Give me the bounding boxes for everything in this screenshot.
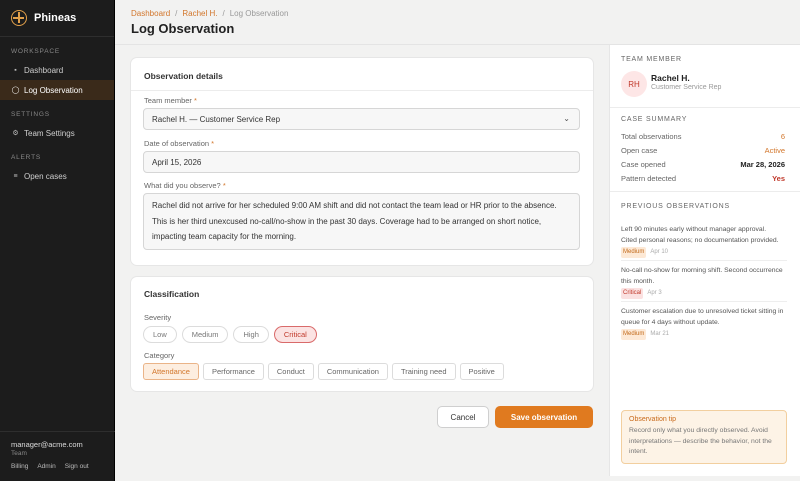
- observation-details-card: Observation details Team member * Rachel…: [131, 58, 593, 265]
- sidebar-item-dashboard[interactable]: ▪ Dashboard: [0, 60, 114, 80]
- breadcrumb-dashboard[interactable]: Dashboard: [131, 9, 170, 18]
- breadcrumb-separator: /: [175, 9, 178, 18]
- category-label: Category: [144, 351, 175, 360]
- summary-case-opened: Case opened Mar 28, 2026: [621, 160, 785, 169]
- case-summary-heading: CASE SUMMARY: [621, 116, 688, 123]
- member-label: Team member *: [144, 96, 197, 105]
- observation-date: Mar 21: [650, 331, 670, 337]
- observation-date: Apr 3: [647, 290, 662, 296]
- sidebar: Phineas WORKSPACE ▪ Dashboard ◯ Log Obse…: [0, 0, 115, 481]
- page-title: Log Observation: [131, 21, 235, 36]
- observation-tip: Observation tip Record only what you dir…: [621, 410, 787, 464]
- gear-icon: ⚙: [12, 130, 19, 137]
- divider: [131, 90, 593, 91]
- date-value: April 15, 2026: [152, 157, 202, 167]
- team-member-select[interactable]: Rachel H. — Customer Service Rep ⌄: [143, 108, 580, 130]
- chevron-down-icon: ⌄: [563, 114, 570, 123]
- team-member-value: Rachel H. — Customer Service Rep: [152, 114, 281, 124]
- save-observation-button[interactable]: Save observation: [495, 406, 593, 428]
- breadcrumb-member[interactable]: Rachel H.: [182, 9, 217, 18]
- member-role: Customer Service Rep: [651, 84, 722, 91]
- severity-badge: Critical: [621, 288, 644, 299]
- category-conduct[interactable]: Conduct: [267, 363, 314, 380]
- billing-link[interactable]: Billing: [11, 463, 28, 470]
- category-group: Attendance Performance Conduct Communica…: [143, 363, 504, 380]
- sidebar-item-label: Dashboard: [24, 65, 64, 75]
- previous-observation[interactable]: Left 90 minutes early without manager ap…: [621, 225, 787, 258]
- observation-line: This is her third unexcused no-call/no-s…: [152, 216, 542, 226]
- observation-line: impacting team capacity for the morning.: [152, 232, 297, 241]
- list-icon: ≡: [13, 172, 18, 180]
- category-communication[interactable]: Communication: [317, 363, 388, 380]
- sidebar-item-log-observation[interactable]: ◯ Log Observation: [0, 80, 114, 100]
- summary-total: Total observations 6: [621, 132, 785, 141]
- divider: [610, 191, 800, 192]
- date-label: Date of observation *: [144, 139, 215, 148]
- category-attendance[interactable]: Attendance: [143, 363, 199, 380]
- nav-section-settings: SETTINGS: [11, 111, 50, 118]
- cancel-button[interactable]: Cancel: [437, 406, 489, 428]
- team-member-heading: TEAM MEMBER: [621, 56, 682, 63]
- brand[interactable]: Phineas: [0, 0, 114, 37]
- severity-badge: Medium: [621, 247, 647, 258]
- severity-low[interactable]: Low: [143, 326, 177, 343]
- date-input[interactable]: April 15, 2026: [143, 151, 580, 173]
- divider: [621, 260, 787, 261]
- logo-icon: [11, 10, 27, 26]
- observe-label: What did you observe? *: [144, 181, 226, 190]
- sidebar-item-open-cases[interactable]: ≡ Open cases: [0, 166, 114, 186]
- sidebar-item-label: Team Settings: [24, 128, 75, 138]
- previous-observations-heading: PREVIOUS OBSERVATIONS: [621, 203, 730, 210]
- category-positive[interactable]: Positive: [459, 363, 504, 380]
- severity-label: Severity: [144, 313, 172, 322]
- divider: [610, 107, 800, 108]
- sign-out-link[interactable]: Sign out: [65, 463, 89, 470]
- severity-badge: Medium: [621, 329, 647, 340]
- severity-high[interactable]: High: [233, 326, 269, 343]
- severity-medium[interactable]: Medium: [181, 326, 229, 343]
- breadcrumb-current: Log Observation: [229, 9, 289, 18]
- user-email: manager@acme.com: [11, 440, 83, 449]
- observation-textarea[interactable]: Rachel did not arrive for her scheduled …: [143, 193, 580, 250]
- member-name: Rachel H.: [651, 73, 690, 83]
- breadcrumb: Dashboard / Rachel H. / Log Observation: [131, 9, 288, 18]
- observation-line: Rachel did not arrive for her scheduled …: [152, 201, 557, 210]
- summary-open-case: Open case Active: [621, 146, 785, 155]
- breadcrumb-separator: /: [222, 9, 225, 18]
- avatar: RH: [621, 71, 647, 97]
- category-training-need[interactable]: Training need: [391, 363, 456, 380]
- page-header: Dashboard / Rachel H. / Log Observation …: [131, 9, 288, 36]
- sidebar-item-label: Log Observation: [24, 85, 83, 95]
- category-performance[interactable]: Performance: [202, 363, 264, 380]
- nav-section-workspace: WORKSPACE: [11, 48, 60, 55]
- divider: [621, 301, 787, 302]
- sidebar-footer: manager@acme.com Team Billing Admin Sign…: [0, 431, 115, 481]
- admin-link[interactable]: Admin: [37, 463, 55, 470]
- severity-group: Low Medium High Critical: [143, 326, 317, 343]
- tip-text: Record only what you directly observed. …: [629, 427, 772, 455]
- summary-pattern: Pattern detected Yes: [621, 174, 785, 183]
- tip-title: Observation tip: [629, 416, 677, 423]
- sidebar-item-label: Open cases: [24, 171, 67, 181]
- sidebar-item-team-settings[interactable]: ⚙ Team Settings: [0, 123, 114, 143]
- circle-icon: ◯: [11, 87, 20, 94]
- right-panel: TEAM MEMBER RH Rachel H. Customer Servic…: [609, 45, 800, 476]
- previous-observation[interactable]: No-call no-show for morning shift. Secon…: [621, 266, 787, 299]
- observation-date: Apr 10: [650, 249, 669, 255]
- card-title: Observation details: [144, 71, 223, 81]
- brand-name: Phineas: [34, 12, 77, 24]
- grid-icon: ▪: [14, 66, 17, 74]
- nav-section-alerts: ALERTS: [11, 154, 41, 161]
- card-title: Classification: [144, 289, 200, 299]
- severity-critical[interactable]: Critical: [273, 326, 317, 343]
- previous-observation[interactable]: Customer escalation due to unresolved ti…: [621, 307, 787, 340]
- classification-card: Classification Severity Low Medium High …: [131, 277, 593, 391]
- user-role: Team: [11, 450, 27, 457]
